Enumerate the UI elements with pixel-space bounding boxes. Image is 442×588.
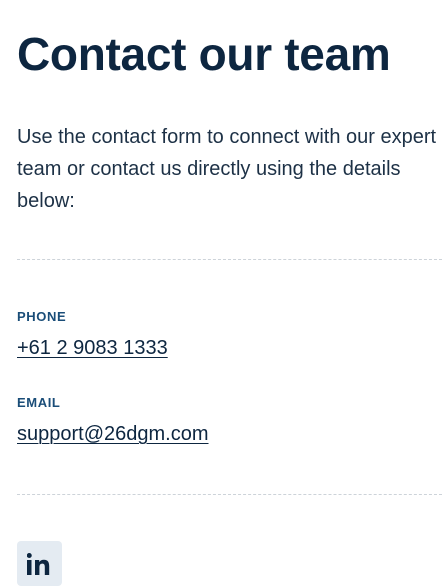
divider-bottom [17, 494, 442, 495]
linkedin-button[interactable] [17, 541, 62, 586]
phone-label: PHONE [17, 309, 67, 324]
contact-page: Contact our team Use the contact form to… [17, 0, 442, 588]
intro-text: Use the contact form to connect with our… [17, 126, 437, 212]
linkedin-icon [27, 552, 52, 575]
email-link[interactable]: support@26dgm.com [17, 421, 209, 447]
divider-top [17, 259, 442, 260]
phone-link[interactable]: +61 2 9083 1333 [17, 335, 168, 361]
email-label: EMAIL [17, 395, 61, 410]
page-title: Contact our team [17, 28, 391, 80]
